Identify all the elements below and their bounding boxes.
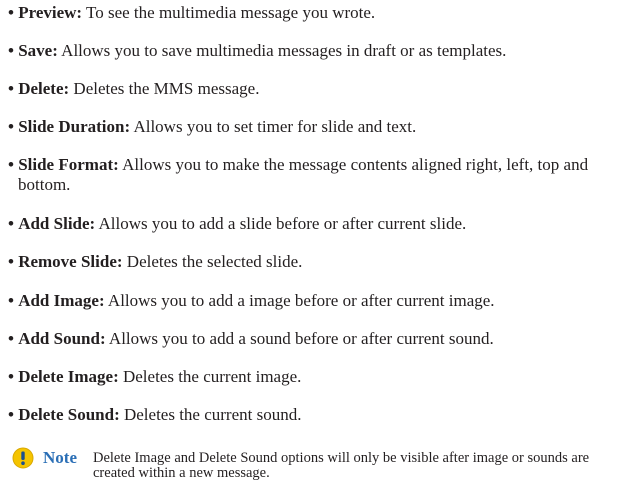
list-item-save: • Save: Allows you to save multimedia me… bbox=[8, 41, 637, 61]
bullet: • bbox=[8, 329, 14, 348]
list-item-add-sound: • Add Sound: Allows you to add a sound b… bbox=[8, 329, 637, 349]
document-page: • Preview: To see the multimedia message… bbox=[0, 0, 637, 487]
option-description: Deletes the current image. bbox=[118, 367, 302, 386]
option-term: Add Slide: bbox=[18, 214, 96, 233]
list-item-slide-format: • Slide Format: Allows you to make the m… bbox=[8, 155, 634, 195]
bullet: • bbox=[8, 214, 14, 233]
option-description: Deletes the current sound. bbox=[119, 405, 302, 424]
exclamation-circle-icon bbox=[12, 447, 34, 469]
list-item-delete-sound: • Delete Sound: Deletes the current soun… bbox=[8, 405, 637, 425]
bullet: • bbox=[8, 3, 14, 22]
option-term: Delete Sound: bbox=[18, 405, 120, 424]
list-item-delete-image: • Delete Image: Deletes the current imag… bbox=[8, 367, 637, 387]
note-text: Delete Image and Delete Sound options wi… bbox=[93, 450, 590, 481]
note-label: Note bbox=[43, 448, 77, 467]
bullet: • bbox=[8, 405, 14, 424]
bullet: • bbox=[8, 367, 14, 386]
bullet: • bbox=[8, 79, 14, 98]
bullet: • bbox=[8, 291, 14, 310]
option-term: Delete Image: bbox=[18, 367, 119, 386]
option-description: Allows you to add a sound before or afte… bbox=[105, 329, 494, 348]
option-term: Delete: bbox=[18, 79, 70, 98]
option-description: Allows you to set timer for slide and te… bbox=[130, 117, 417, 136]
bullet: • bbox=[8, 155, 14, 174]
list-item-remove-slide: • Remove Slide: Deletes the selected sli… bbox=[8, 252, 637, 272]
list-item-delete: • Delete: Deletes the MMS message. bbox=[8, 79, 637, 99]
option-term: Add Sound: bbox=[18, 329, 106, 348]
list-item-slide-duration: • Slide Duration: Allows you to set time… bbox=[8, 117, 637, 137]
option-description: Deletes the selected slide. bbox=[122, 252, 303, 271]
list-item-add-image: • Add Image: Allows you to add a image b… bbox=[8, 291, 637, 311]
bullet: • bbox=[8, 41, 14, 60]
option-term: Remove Slide: bbox=[18, 252, 123, 271]
option-description: Allows you to add a image before or afte… bbox=[104, 291, 495, 310]
note-box: Note Delete Image and Delete Sound optio… bbox=[12, 447, 632, 483]
list-item-preview: • Preview: To see the multimedia message… bbox=[8, 3, 637, 23]
option-term: Add Image: bbox=[18, 291, 105, 310]
option-term: Save: bbox=[18, 41, 58, 60]
option-description: Deletes the MMS message. bbox=[69, 79, 260, 98]
bullet: • bbox=[8, 252, 14, 271]
option-term: Slide Format: bbox=[18, 155, 119, 174]
option-description: To see the multimedia message you wrote. bbox=[82, 3, 376, 22]
list-item-add-slide: • Add Slide: Allows you to add a slide b… bbox=[8, 214, 637, 234]
option-term: Slide Duration: bbox=[18, 117, 131, 136]
option-term: Preview: bbox=[18, 3, 83, 22]
option-description: Allows you to add a slide before or afte… bbox=[95, 214, 467, 233]
option-description: Allows you to save multimedia messages i… bbox=[57, 41, 507, 60]
bullet: • bbox=[8, 117, 14, 136]
